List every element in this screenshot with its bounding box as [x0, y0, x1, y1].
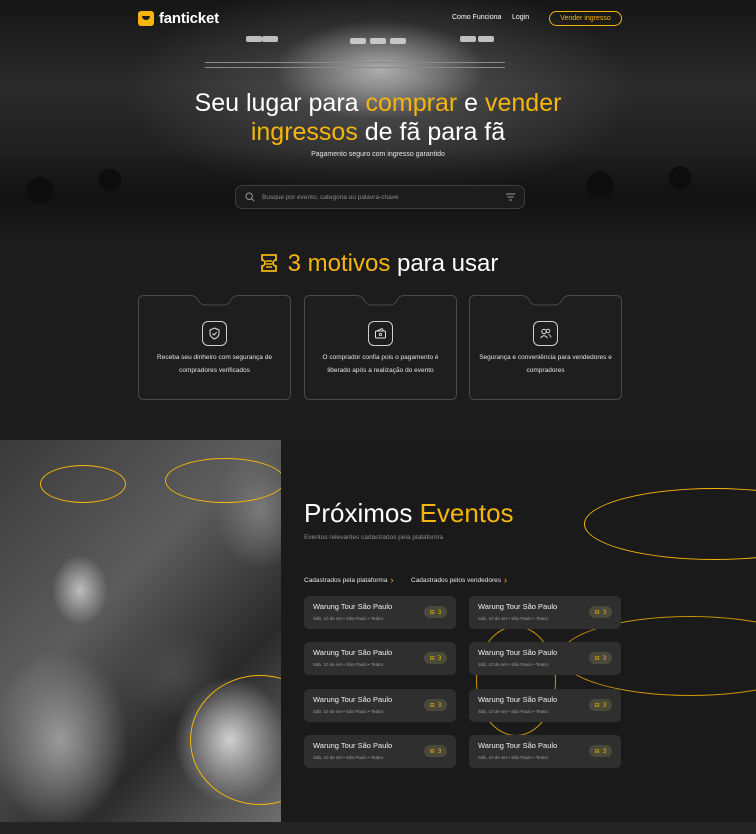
card-outline [138, 295, 291, 400]
users-icon [533, 321, 558, 346]
ticket-count-badge: ⊟ 3 [589, 699, 612, 711]
ticket-icon: ⊟ [594, 654, 600, 662]
event-meta: Sáb, 10 de set • São Paulo • Teatro [313, 662, 384, 667]
stage-light [460, 36, 476, 42]
search-bar [235, 185, 525, 209]
ticket-count-badge: ⊟ 3 [424, 745, 447, 757]
stage-light [390, 38, 406, 44]
ticket-icon: ⊟ [594, 608, 600, 616]
ticket-count-badge: ⊟ 3 [424, 699, 447, 711]
party-photo [0, 440, 281, 822]
event-meta: Sáb, 10 de set • São Paulo • Teatro [313, 709, 384, 714]
event-card[interactable]: Warung Tour São Paulo Sáb, 10 de set • S… [469, 689, 621, 722]
ticket-icon: ⊟ [429, 747, 435, 755]
footer-band [0, 822, 756, 834]
chevron-right-icon: › [390, 575, 394, 585]
stage-truss [205, 62, 505, 68]
motivo-card: Segurança e conveniência para vendedores… [469, 295, 622, 400]
brand-name: fanticket [159, 10, 219, 27]
ticket-count-badge: ⊟ 3 [589, 745, 612, 757]
event-name: Warung Tour São Paulo [478, 648, 558, 657]
event-card[interactable]: Warung Tour São Paulo Sáb, 10 de set • S… [304, 596, 456, 629]
ticket-logo-icon [138, 11, 154, 26]
ticket-count-badge: ⊟ 3 [589, 606, 612, 618]
stage-light [262, 36, 278, 42]
nav-link-como-funciona[interactable]: Como Funciona [452, 14, 501, 21]
event-name: Warung Tour São Paulo [478, 695, 558, 704]
event-card[interactable]: Warung Tour São Paulo Sáb, 10 de set • S… [304, 735, 456, 768]
stage-light [370, 38, 386, 44]
brand-logo[interactable]: fanticket [138, 10, 219, 27]
motivos-cards: Receba seu dinheiro com segurança de com… [138, 295, 622, 400]
search-icon [245, 192, 255, 202]
motivo-text: Segurança e conveniência para vendedores… [479, 354, 612, 374]
event-card[interactable]: Warung Tour São Paulo Sáb, 10 de set • S… [469, 642, 621, 675]
motivo-text: O comprador confia pois o pagamento é li… [322, 354, 439, 374]
stage-light [246, 36, 262, 42]
sell-ticket-button[interactable]: Vender ingresso [549, 11, 622, 26]
nav-link-login[interactable]: Login [512, 14, 529, 21]
card-outline [304, 295, 457, 400]
events-section: Próximos Eventos Eventos relevantes cada… [0, 440, 756, 822]
motivo-card: O comprador confia pois o pagamento é li… [304, 295, 457, 400]
hero-title-line-2: ingressos de fã para fã [250, 118, 506, 146]
event-name: Warung Tour São Paulo [313, 741, 393, 750]
event-name: Warung Tour São Paulo [313, 648, 393, 657]
hero-title-line-1: Seu lugar para comprar e vender [194, 89, 562, 117]
stage-light [478, 36, 494, 42]
event-meta: Sáb, 10 de set • São Paulo • Teatro [478, 755, 549, 760]
decorative-ring [190, 675, 281, 805]
event-meta: Sáb, 10 de set • São Paulo • Teatro [478, 709, 549, 714]
motivo-card: Receba seu dinheiro com segurança de com… [138, 295, 291, 400]
hero-subtitle: Pagamento seguro com ingresso garantido [311, 151, 445, 158]
ticket-icon: ⊟ [594, 701, 600, 709]
decorative-ring [40, 465, 126, 503]
event-name: Warung Tour São Paulo [478, 602, 558, 611]
ticket-icon: ⊟ [429, 654, 435, 662]
hero-section: fanticket Como Funciona Login Vender ing… [0, 0, 756, 240]
events-subtitle: Eventos relevantes cadastrados pela plat… [304, 534, 444, 541]
motivos-heading: 3 motivos para usar [0, 250, 756, 278]
ticket-icon: ⊟ [429, 701, 435, 709]
ticket-icon [260, 254, 277, 272]
event-meta: Sáb, 10 de set • São Paulo • Teatro [313, 755, 384, 760]
search-input[interactable] [262, 186, 502, 208]
event-card[interactable]: Warung Tour São Paulo Sáb, 10 de set • S… [304, 642, 456, 675]
event-card[interactable]: Warung Tour São Paulo Sáb, 10 de set • S… [469, 735, 621, 768]
event-meta: Sáb, 10 de set • São Paulo • Teatro [478, 662, 549, 667]
tab-platform-events[interactable]: Cadastrados pela plataforma › [304, 575, 393, 585]
event-card[interactable]: Warung Tour São Paulo Sáb, 10 de set • S… [304, 689, 456, 722]
top-nav: fanticket Como Funciona Login Vender ing… [138, 10, 622, 28]
ticket-count-badge: ⊟ 3 [424, 652, 447, 664]
event-name: Warung Tour São Paulo [313, 695, 393, 704]
event-card[interactable]: Warung Tour São Paulo Sáb, 10 de set • S… [469, 596, 621, 629]
card-outline [469, 295, 622, 400]
event-meta: Sáb, 10 de set • São Paulo • Teatro [478, 616, 549, 621]
event-name: Warung Tour São Paulo [478, 741, 558, 750]
events-heading: Próximos Eventos [304, 498, 514, 528]
ticket-count-badge: ⊟ 3 [589, 652, 612, 664]
ticket-count-badge: ⊟ 3 [424, 606, 447, 618]
decorative-ring [584, 488, 756, 560]
ticket-icon: ⊟ [429, 608, 435, 616]
decorative-ring [165, 458, 281, 503]
ticket-icon: ⊟ [594, 747, 600, 755]
event-name: Warung Tour São Paulo [313, 602, 393, 611]
filter-icon[interactable] [506, 193, 515, 201]
shield-check-icon [202, 321, 227, 346]
motivo-text: Receba seu dinheiro com segurança de com… [157, 354, 272, 374]
stage-light [350, 38, 366, 44]
event-meta: Sáb, 10 de set • São Paulo • Teatro [313, 616, 384, 621]
wallet-icon [368, 321, 393, 346]
chevron-right-icon: › [503, 575, 507, 585]
tab-seller-events[interactable]: Cadastrados pelos vendedores › [411, 575, 507, 585]
